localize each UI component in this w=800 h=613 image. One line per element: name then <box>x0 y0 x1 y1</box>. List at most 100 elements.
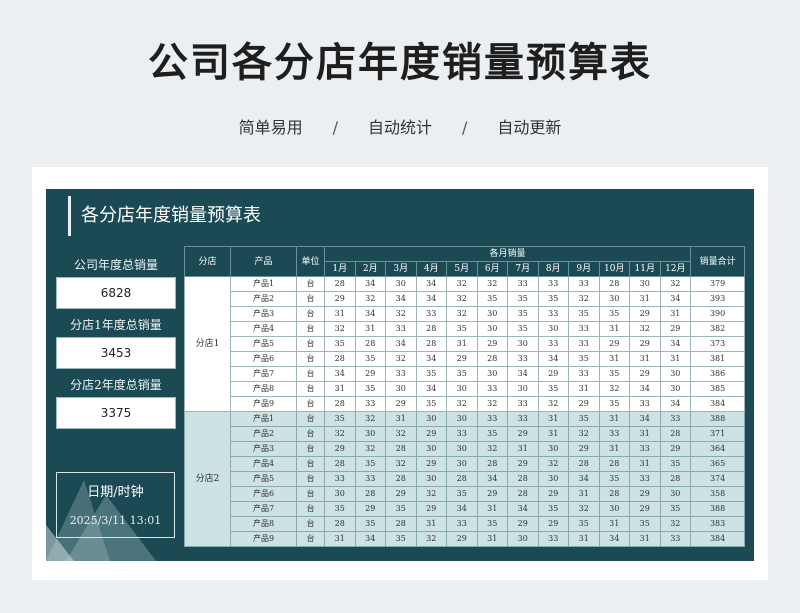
month-sales-cell[interactable]: 30 <box>598 291 630 307</box>
unit-cell[interactable]: 台 <box>296 411 325 427</box>
month-sales-cell[interactable]: 31 <box>598 321 630 337</box>
unit-cell[interactable]: 台 <box>296 381 325 397</box>
product-cell[interactable]: 产品3 <box>230 441 297 457</box>
month-sales-cell[interactable]: 33 <box>568 336 600 352</box>
month-sales-cell[interactable]: 31 <box>598 351 630 367</box>
month-sales-cell[interactable]: 32 <box>354 441 386 457</box>
month-sales-cell[interactable]: 33 <box>629 396 661 412</box>
month-sales-cell[interactable]: 34 <box>537 351 569 367</box>
month-sales-cell[interactable]: 32 <box>385 426 417 442</box>
month-sales-cell[interactable]: 28 <box>568 456 600 472</box>
month-sales-cell[interactable]: 33 <box>385 366 417 382</box>
month-sales-cell[interactable]: 28 <box>598 486 630 502</box>
month-sales-cell[interactable]: 30 <box>659 486 692 502</box>
month-sales-cell[interactable]: 28 <box>385 441 417 457</box>
month-sales-cell[interactable]: 30 <box>537 321 569 337</box>
month-sales-cell[interactable]: 35 <box>629 516 661 532</box>
month-sales-cell[interactable]: 32 <box>354 411 386 427</box>
month-sales-cell[interactable]: 33 <box>629 441 661 457</box>
month-sales-cell[interactable]: 34 <box>354 276 386 292</box>
month-sales-cell[interactable]: 33 <box>476 381 508 397</box>
row-total-cell[interactable]: 379 <box>690 276 746 292</box>
month-sales-cell[interactable]: 33 <box>537 276 569 292</box>
unit-cell[interactable]: 台 <box>296 351 325 367</box>
month-sales-cell[interactable]: 31 <box>568 486 600 502</box>
month-sales-cell[interactable]: 32 <box>568 501 600 517</box>
month-sales-cell[interactable]: 30 <box>598 501 630 517</box>
month-sales-cell[interactable]: 29 <box>507 516 539 532</box>
month-sales-cell[interactable]: 30 <box>446 411 478 427</box>
month-sales-cell[interactable]: 33 <box>659 531 692 547</box>
month-sales-cell[interactable]: 33 <box>507 351 539 367</box>
unit-cell[interactable]: 台 <box>296 276 325 292</box>
month-sales-cell[interactable]: 35 <box>324 336 356 352</box>
month-sales-cell[interactable]: 30 <box>476 306 508 322</box>
month-sales-cell[interactable]: 30 <box>507 381 539 397</box>
month-sales-cell[interactable]: 32 <box>537 456 569 472</box>
month-sales-cell[interactable]: 28 <box>659 471 692 487</box>
month-sales-cell[interactable]: 35 <box>415 396 447 412</box>
month-sales-cell[interactable]: 33 <box>568 321 600 337</box>
month-sales-cell[interactable]: 34 <box>415 351 447 367</box>
month-sales-cell[interactable]: 34 <box>507 366 539 382</box>
month-sales-cell[interactable]: 32 <box>629 321 661 337</box>
month-sales-cell[interactable]: 35 <box>446 486 478 502</box>
month-sales-cell[interactable]: 29 <box>354 501 386 517</box>
month-sales-cell[interactable]: 31 <box>598 441 630 457</box>
row-total-cell[interactable]: 381 <box>690 351 746 367</box>
month-sales-cell[interactable]: 33 <box>537 531 569 547</box>
month-sales-cell[interactable]: 29 <box>507 426 539 442</box>
month-sales-cell[interactable]: 35 <box>568 351 600 367</box>
month-sales-cell[interactable]: 33 <box>354 396 386 412</box>
month-sales-cell[interactable]: 30 <box>507 531 539 547</box>
month-sales-cell[interactable]: 31 <box>659 351 692 367</box>
month-sales-cell[interactable]: 34 <box>415 381 447 397</box>
product-cell[interactable]: 产品7 <box>230 501 297 517</box>
month-sales-cell[interactable]: 28 <box>598 456 630 472</box>
month-sales-cell[interactable]: 32 <box>446 396 478 412</box>
month-sales-cell[interactable]: 34 <box>415 291 447 307</box>
month-sales-cell[interactable]: 35 <box>507 321 539 337</box>
month-sales-cell[interactable]: 31 <box>507 441 539 457</box>
month-sales-cell[interactable]: 29 <box>446 531 478 547</box>
month-sales-cell[interactable]: 28 <box>354 336 386 352</box>
month-sales-cell[interactable]: 31 <box>629 426 661 442</box>
month-sales-cell[interactable]: 29 <box>629 366 661 382</box>
product-cell[interactable]: 产品3 <box>230 306 297 322</box>
month-sales-cell[interactable]: 34 <box>568 471 600 487</box>
month-sales-cell[interactable]: 32 <box>568 426 600 442</box>
month-sales-cell[interactable]: 32 <box>324 426 356 442</box>
month-sales-cell[interactable]: 34 <box>354 306 386 322</box>
unit-cell[interactable]: 台 <box>296 456 325 472</box>
month-sales-cell[interactable]: 30 <box>385 381 417 397</box>
month-sales-cell[interactable]: 28 <box>324 516 356 532</box>
month-sales-cell[interactable]: 32 <box>659 276 692 292</box>
month-sales-cell[interactable]: 29 <box>568 441 600 457</box>
month-sales-cell[interactable]: 35 <box>659 501 692 517</box>
month-sales-cell[interactable]: 32 <box>446 306 478 322</box>
month-sales-cell[interactable]: 33 <box>629 471 661 487</box>
month-sales-cell[interactable]: 32 <box>476 396 508 412</box>
month-sales-cell[interactable]: 33 <box>598 426 630 442</box>
row-total-cell[interactable]: 382 <box>690 321 746 337</box>
month-sales-cell[interactable]: 32 <box>476 276 508 292</box>
unit-cell[interactable]: 台 <box>296 426 325 442</box>
month-sales-cell[interactable]: 32 <box>568 291 600 307</box>
month-sales-cell[interactable]: 28 <box>385 471 417 487</box>
month-sales-cell[interactable]: 34 <box>507 501 539 517</box>
row-total-cell[interactable]: 385 <box>690 381 746 397</box>
month-sales-cell[interactable]: 33 <box>507 396 539 412</box>
month-sales-cell[interactable]: 30 <box>476 321 508 337</box>
month-sales-cell[interactable]: 34 <box>659 336 692 352</box>
product-cell[interactable]: 产品1 <box>230 411 297 427</box>
month-sales-cell[interactable]: 29 <box>537 366 569 382</box>
month-sales-cell[interactable]: 35 <box>354 381 386 397</box>
month-sales-cell[interactable]: 28 <box>324 396 356 412</box>
month-sales-cell[interactable]: 33 <box>446 516 478 532</box>
month-sales-cell[interactable]: 29 <box>629 306 661 322</box>
product-cell[interactable]: 产品1 <box>230 276 297 292</box>
row-total-cell[interactable]: 393 <box>690 291 746 307</box>
product-cell[interactable]: 产品9 <box>230 531 297 547</box>
month-sales-cell[interactable]: 34 <box>598 531 630 547</box>
month-sales-cell[interactable]: 32 <box>537 396 569 412</box>
